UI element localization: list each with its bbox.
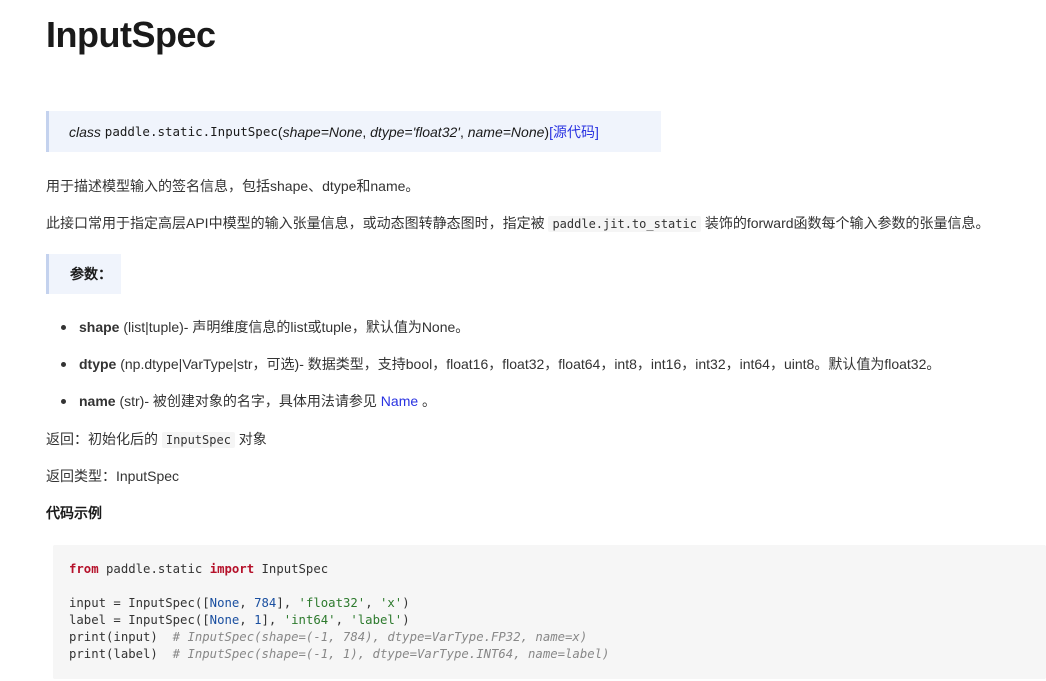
param-desc: - 被创建对象的名字，具体用法请参见: [144, 393, 381, 409]
param-item-dtype: dtype (np.dtype|VarType|str，可选)- 数据类型，支持…: [46, 354, 940, 391]
code-text: label = InputSpec([: [69, 613, 210, 627]
code-comment: # InputSpec(shape=(-1, 784), dtype=VarTy…: [172, 630, 588, 644]
code-line-input: input = InputSpec([None, 784], 'float32'…: [69, 595, 1046, 612]
to-static-code: paddle.jit.to_static: [548, 216, 701, 232]
code-example-block: from paddle.static import InputSpec input…: [53, 545, 1046, 679]
description-line-2-text: 此接口常用于指定高层API中模型的输入张量信息，或动态图转静态图时，指定被: [46, 215, 549, 231]
code-line-label: label = InputSpec([None, 1], 'int64', 'l…: [69, 612, 1046, 629]
signature-param-shape: shape=None: [282, 123, 363, 140]
code-text: ],: [276, 596, 299, 610]
signature-sep-1: ,: [362, 123, 371, 140]
source-code-link[interactable]: [源代码]: [549, 122, 599, 142]
code-text: ,: [335, 613, 351, 627]
param-item-shape: shape (list|tuple)- 声明维度信息的list或tuple，默认…: [46, 317, 940, 354]
param-desc: - 声明维度信息的list或tuple，默认值为None。: [183, 319, 470, 335]
param-desc: - 数据类型，支持bool，float16，float32，float64，in…: [299, 356, 941, 372]
param-name: dtype: [79, 356, 117, 372]
code-text: print(input): [69, 630, 173, 644]
param-item-name: name (str)- 被创建对象的名字，具体用法请参见 Name 。: [46, 391, 940, 428]
signature-sep-2: ,: [459, 123, 468, 140]
code-text: ): [402, 596, 410, 610]
code-text: ): [402, 613, 410, 627]
signature-param-name: name=None: [467, 123, 545, 140]
description-line-2: 此接口常用于指定高层API中模型的输入张量信息，或动态图转静态图时，指定被 pa…: [46, 213, 990, 233]
code-comment: # InputSpec(shape=(-1, 1), dtype=VarType…: [172, 647, 610, 661]
code-text: ,: [239, 596, 255, 610]
returns-code: InputSpec: [161, 432, 235, 448]
signature-param-dtype: dtype='float32': [370, 123, 460, 140]
param-type: (str): [115, 393, 145, 409]
code-module: paddle.static: [98, 562, 210, 576]
signature-path: paddle.static.InputSpec: [104, 124, 278, 139]
signature-box: class paddle.static.InputSpec ( shape=No…: [46, 111, 661, 152]
params-heading: 参数：: [46, 254, 121, 294]
code-text: ,: [239, 613, 255, 627]
code-line-print-input: print(input) # InputSpec(shape=(-1, 784)…: [69, 629, 1046, 646]
code-none: None: [209, 613, 240, 627]
code-string: 'label': [350, 613, 403, 627]
return-type-line: 返回类型：InputSpec: [46, 468, 180, 484]
param-type: (list|tuple): [119, 319, 184, 335]
returns-line: 返回：初始化后的 InputSpec 对象: [46, 429, 267, 449]
code-text: ],: [261, 613, 284, 627]
example-heading: 代码示例: [46, 505, 102, 521]
code-string: 'float32': [298, 596, 366, 610]
name-link[interactable]: Name: [381, 393, 418, 409]
param-tail: 。: [418, 393, 437, 409]
params-list: shape (list|tuple)- 声明维度信息的list或tuple，默认…: [46, 317, 940, 428]
param-type: (np.dtype|VarType|str，可选): [116, 356, 300, 372]
returns-tail: 对象: [234, 431, 267, 447]
description-line-1: 用于描述模型输入的签名信息，包括shape、dtype和name。: [46, 178, 420, 194]
signature-keyword: class: [69, 123, 101, 140]
code-number: 784: [254, 596, 277, 610]
param-name: shape: [79, 319, 120, 335]
code-keyword-import: import: [209, 562, 255, 576]
code-import-name: InputSpec: [254, 562, 329, 576]
description-line-2-tail: 装饰的forward函数每个输入参数的张量信息。: [700, 215, 990, 231]
page-title: InputSpec: [46, 14, 216, 55]
code-line-1: from paddle.static import InputSpec: [69, 561, 1046, 578]
returns-label: 返回：初始化后的: [46, 431, 162, 447]
code-number: 1: [254, 613, 262, 627]
code-text: input = InputSpec([: [69, 596, 210, 610]
code-none: None: [209, 596, 240, 610]
code-text: print(label): [69, 647, 173, 661]
code-keyword-from: from: [69, 562, 99, 576]
code-string: 'x': [380, 596, 403, 610]
code-line-print-label: print(label) # InputSpec(shape=(-1, 1), …: [69, 646, 1046, 663]
code-string: 'int64': [283, 613, 336, 627]
param-name: name: [79, 393, 116, 409]
code-text: ,: [365, 596, 380, 610]
